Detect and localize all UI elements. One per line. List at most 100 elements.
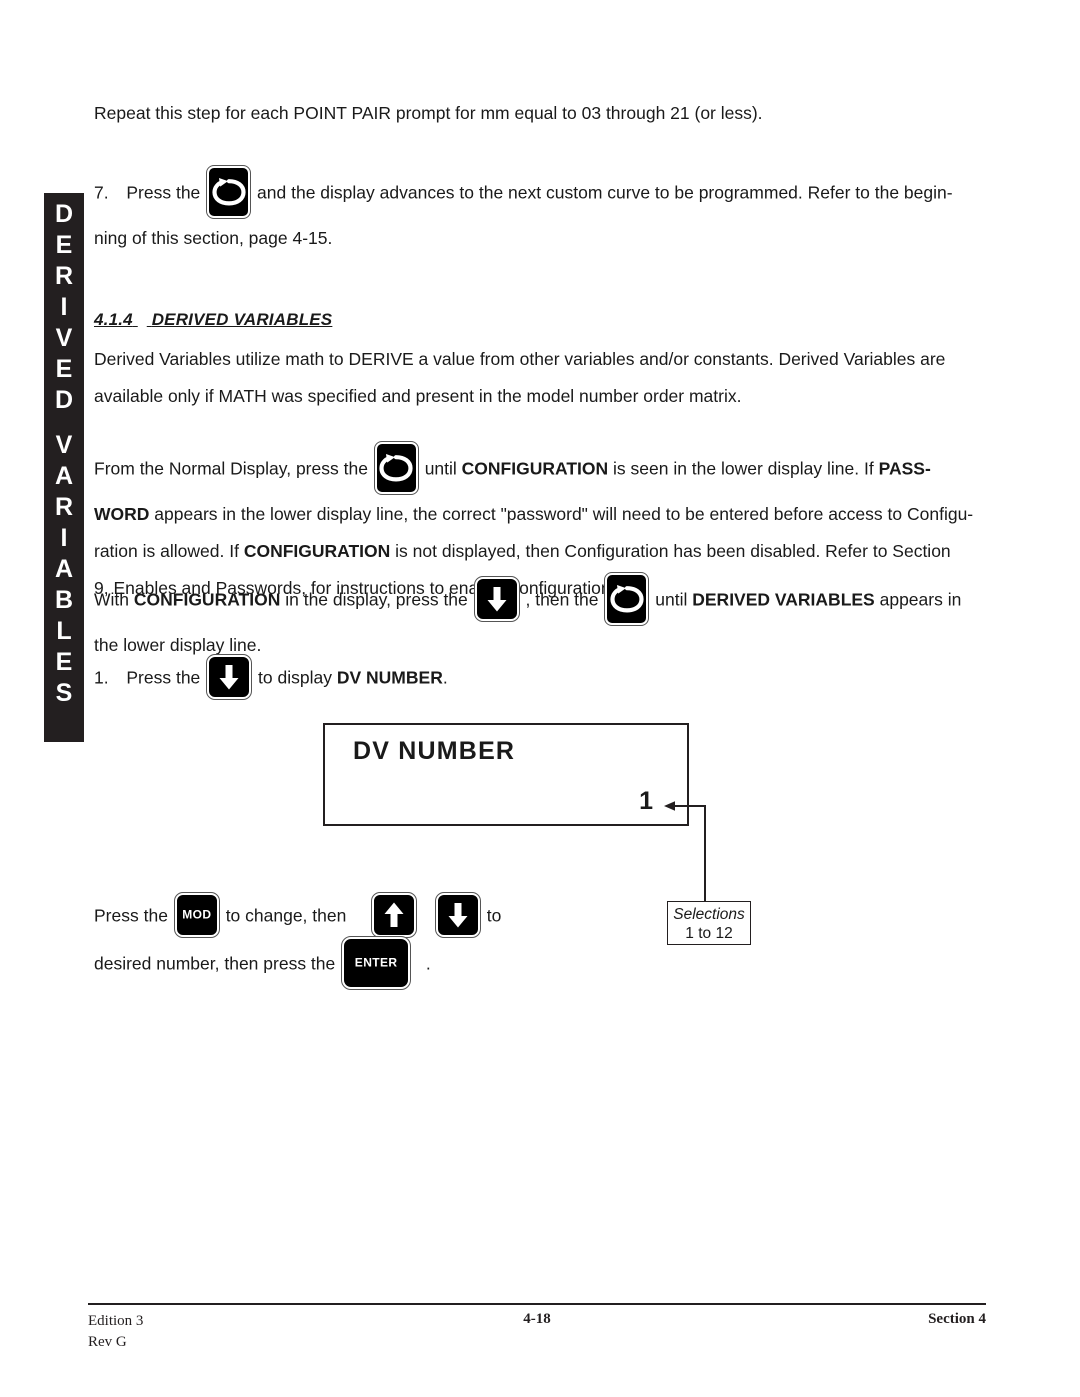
config-text-d: appears in the lower display line, the c… <box>154 504 974 524</box>
down-arrow-icon <box>434 892 481 938</box>
side-tab-derived-variables: D E R I V E D V A R I A B L E S <box>44 193 84 742</box>
enter-button[interactable]: ENTER <box>341 936 412 990</box>
loop-arrow-glyph <box>212 178 246 206</box>
derived-line-2: available only if MATH was specified and… <box>94 386 742 406</box>
step-1-period: . <box>442 667 448 688</box>
with-text-b: in the display, press the <box>285 589 468 610</box>
derived-variables-paragraph: Derived Variables utilize math to DERIVE… <box>94 341 986 415</box>
config-bold-configuration-2: CONFIGURATION <box>243 541 391 561</box>
config-bold-word: WORD <box>94 504 150 524</box>
up-arrow-button[interactable] <box>371 892 418 938</box>
loop-arrow-button[interactable] <box>206 165 252 219</box>
with-text-d: until <box>655 589 688 610</box>
footer-divider <box>88 1303 986 1305</box>
display-lower-line: 1 <box>639 787 653 815</box>
side-tab-letter: S <box>55 679 73 707</box>
loop-arrow-icon <box>206 165 252 219</box>
footer-page-number: 4-18 <box>523 1311 551 1327</box>
callout-range: 1 to 12 <box>685 925 733 942</box>
down-arrow-glyph <box>448 903 468 928</box>
press-text-c: to <box>486 905 502 926</box>
down-arrow-icon <box>473 576 520 622</box>
press-instruction-line-1: Press the MOD to change, then to <box>94 892 614 939</box>
step-7-number: 7. <box>94 182 109 203</box>
footer-section: Section 4 <box>928 1311 986 1327</box>
step-1-bold-dv-number: DV NUMBER <box>336 667 443 688</box>
side-tab-letter: E <box>55 648 73 676</box>
side-tab-letter: D <box>54 200 74 228</box>
press-instruction-block: Press the MOD to change, then to desired… <box>94 892 614 991</box>
press-text-e: . <box>425 953 431 974</box>
derived-line-1: Derived Variables utilize math to DERIVE… <box>94 349 946 369</box>
side-tab-letter: E <box>55 231 73 259</box>
side-tab-letter: R <box>54 493 74 521</box>
step-7-text-after: and the display advances to the next cus… <box>257 182 953 203</box>
step-1-number: 1. <box>94 667 109 688</box>
side-tab-letter: D <box>54 386 74 414</box>
loop-arrow-button[interactable] <box>604 572 650 626</box>
side-tab-word-gap <box>44 416 84 430</box>
step-1-text-after: to display <box>258 667 332 688</box>
down-arrow-button[interactable] <box>473 576 520 622</box>
intro-paragraph: Repeat this step for each POINT PAIR pro… <box>94 103 763 123</box>
section-title: DERIVED VARIABLES <box>151 310 333 329</box>
step-7-line-2: ning of this section, page 4-15. <box>94 228 333 248</box>
with-text-a: With <box>94 589 129 610</box>
step-7-text-before: Press the <box>126 182 201 203</box>
mod-button[interactable]: MOD <box>173 892 220 938</box>
press-text-b: to change, then <box>225 905 347 926</box>
page-title: 4.1.4 DERIVED VARIABLES <box>94 310 332 330</box>
side-tab-letter: E <box>55 355 73 383</box>
side-tab-letter: V <box>55 431 73 459</box>
config-text-a: From the Normal Display, press the <box>94 458 368 479</box>
side-tab-letter: L <box>56 617 72 645</box>
side-tab-letter: V <box>55 324 73 352</box>
press-text-a: Press the <box>94 905 168 926</box>
press-instruction-line-2: desired number, then press the ENTER . <box>94 936 614 991</box>
step-1-line: 1. Press the to display DV NUMBER. <box>94 654 694 701</box>
side-tab-letter: A <box>54 462 74 490</box>
enter-button-label: ENTER <box>354 955 398 970</box>
config-text-e: ration is allowed. If <box>94 541 239 561</box>
config-bold-password: PASS- <box>878 458 931 479</box>
mod-key-icon: MOD <box>173 892 220 938</box>
loop-arrow-glyph <box>379 454 413 482</box>
up-arrow-glyph <box>384 902 404 927</box>
side-tab-letter: I <box>60 293 68 321</box>
with-bold-derived-variables: DERIVED VARIABLES <box>692 589 875 610</box>
enter-key-icon: ENTER <box>341 936 412 990</box>
loop-arrow-icon <box>373 441 419 495</box>
config-line-2: WORD appears in the lower display line, … <box>94 496 986 533</box>
config-text-b: until <box>424 458 457 479</box>
with-text-e: appears in <box>879 589 962 610</box>
config-line-1: From the Normal Display, press the until… <box>94 441 986 496</box>
with-bold-configuration: CONFIGURATION <box>133 589 281 610</box>
up-arrow-icon <box>371 892 418 938</box>
side-tab-letter: B <box>54 586 74 614</box>
down-arrow-glyph <box>219 665 239 690</box>
side-tab-letter: I <box>60 524 68 552</box>
step-1-text-before: Press the <box>126 667 201 688</box>
down-arrow-button[interactable] <box>434 892 481 938</box>
with-configuration-paragraph: With CONFIGURATION in the display, press… <box>94 572 986 664</box>
down-arrow-button[interactable] <box>206 654 253 700</box>
loop-arrow-glyph <box>610 585 644 613</box>
config-text-f: is not displayed, then Configuration has… <box>395 541 951 561</box>
down-arrow-glyph <box>487 587 507 612</box>
callout-title: Selections <box>673 906 745 923</box>
footer-revision: Rev G <box>88 1334 127 1350</box>
mod-button-label: MOD <box>182 907 212 922</box>
display-upper-line: DV NUMBER <box>353 737 516 765</box>
with-line-1: With CONFIGURATION in the display, press… <box>94 572 986 627</box>
step-7-block: 7. Press the and the display advances to… <box>94 165 986 257</box>
side-tab-letter: A <box>54 555 74 583</box>
section-number: 4.1.4 <box>94 310 133 329</box>
selections-callout: Selections 1 to 12 <box>667 901 751 945</box>
config-text-c: is seen in the lower display line. If <box>613 458 874 479</box>
loop-arrow-button[interactable] <box>373 441 419 495</box>
press-text-d: desired number, then press the <box>94 953 336 974</box>
down-arrow-icon <box>206 654 253 700</box>
side-tab-letter: R <box>54 262 74 290</box>
config-bold-configuration: CONFIGURATION <box>461 458 609 479</box>
loop-arrow-icon <box>604 572 650 626</box>
